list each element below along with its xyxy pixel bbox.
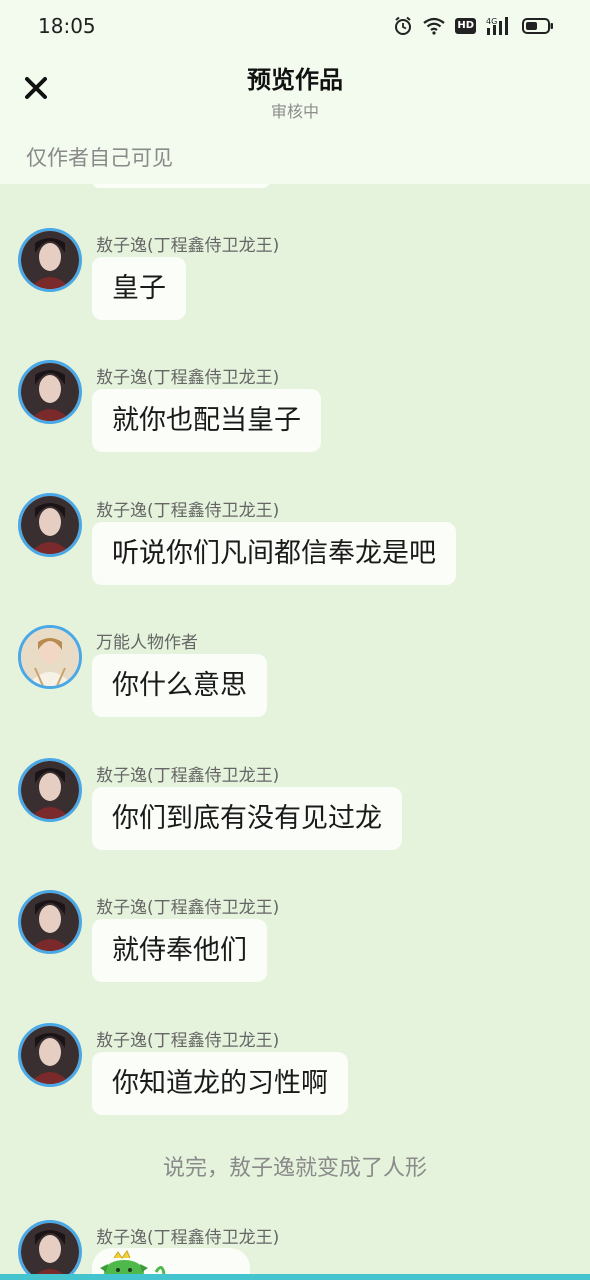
message-row: 敖子逸(丁程鑫侍卫龙王) 皇子 [0,184,590,320]
wifi-icon [423,17,446,35]
sender-name: 敖子逸(丁程鑫侍卫龙王) [96,1228,280,1248]
avatar[interactable] [18,228,82,292]
avatar[interactable] [18,890,82,954]
avatar[interactable] [18,1023,82,1087]
message-row: 敖子逸(丁程鑫侍卫龙王) 就侍奉他们 [0,846,590,982]
status-icons: HD 4G [393,14,554,38]
page-title: 预览作品 [247,66,343,94]
sender-name: 敖子逸(丁程鑫侍卫龙王) [96,236,280,256]
message-bubble[interactable]: 听说你们凡间都信奉龙是吧 [92,522,456,585]
network-label: 4G [486,17,497,26]
sender-name: 敖子逸(丁程鑫侍卫龙王) [96,368,280,388]
message-bubble[interactable]: 你知道龙的习性啊 [92,1052,348,1115]
message-row: 万能人物作者 你什么意思 [0,581,590,717]
message-row: 敖子逸(丁程鑫侍卫龙王) 就你也配当皇子 [0,316,590,452]
message-row: 敖子逸(丁程鑫侍卫龙王) 听说你们凡间都信奉龙是吧 [0,449,590,585]
message-bubble[interactable]: 就侍奉他们 [92,919,267,982]
avatar[interactable] [18,360,82,424]
bottom-bar-strip [0,1274,590,1280]
avatar[interactable] [18,493,82,557]
message-row: 敖子逸(丁程鑫侍卫龙王) 你知道龙的习性啊 [0,979,590,1115]
top-header: 18:05 HD 4G 预览作品 审核中 仅作者自己可见 [0,0,590,184]
battery-icon [522,17,554,35]
sender-name: 万能人物作者 [96,633,198,653]
message-row: 敖子逸(丁程鑫侍卫龙王) 你们到底有没有见过龙 [0,714,590,850]
message-bubble[interactable]: 你什么意思 [92,654,267,717]
alarm-icon [393,16,413,36]
avatar[interactable] [18,1220,82,1280]
review-status: 审核中 [270,102,319,121]
hd-icon: HD [455,18,476,34]
message-row: 敖子逸(丁程鑫侍卫龙王) [0,1176,590,1280]
message-bubble[interactable]: 就你也配当皇子 [92,389,321,452]
sender-name: 敖子逸(丁程鑫侍卫龙王) [96,898,280,918]
message-bubble[interactable]: 皇子 [92,257,186,320]
sender-name: 敖子逸(丁程鑫侍卫龙王) [96,501,280,521]
sender-name: 敖子逸(丁程鑫侍卫龙王) [96,766,280,786]
sender-name: 敖子逸(丁程鑫侍卫龙王) [96,1031,280,1051]
signal-icon: 4G [486,16,512,36]
avatar[interactable] [18,625,82,689]
message-bubble[interactable]: 你们到底有没有见过龙 [92,787,402,850]
avatar[interactable] [18,758,82,822]
chat-area[interactable]: 敖子逸(丁程鑫侍卫龙王) 皇子 敖子逸(丁程鑫侍卫龙王) 就你也配当皇子 敖子逸… [0,184,590,1280]
visibility-note: 仅作者自己可见 [26,146,173,170]
status-bar: 18:05 HD 4G [0,0,590,52]
status-time: 18:05 [38,14,96,38]
